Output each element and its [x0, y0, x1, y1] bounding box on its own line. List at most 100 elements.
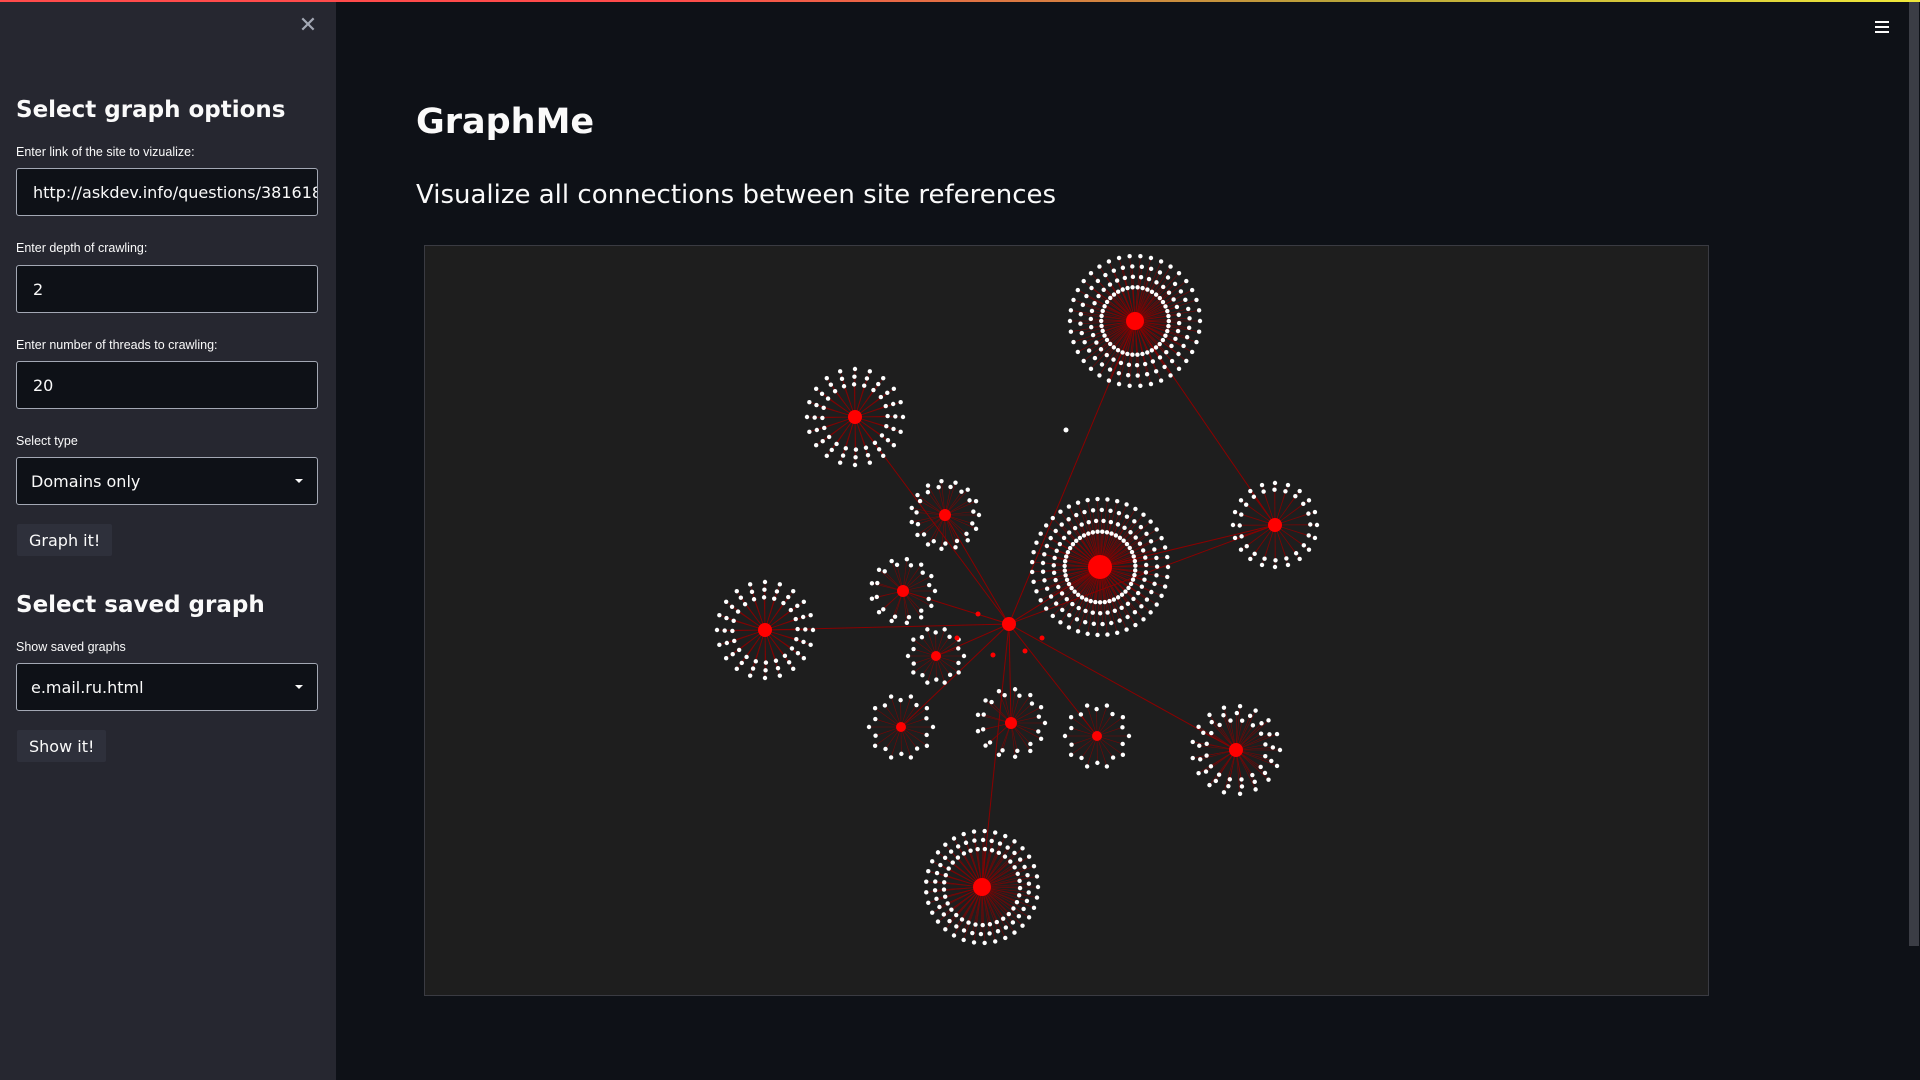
leaf-node[interactable]: [1066, 581, 1072, 587]
leaf-node[interactable]: [1263, 753, 1268, 759]
leaf-node[interactable]: [1312, 535, 1318, 541]
leaf-node[interactable]: [884, 424, 889, 429]
leaf-node[interactable]: [1158, 259, 1164, 264]
leaf-node[interactable]: [749, 589, 755, 595]
leaf-node[interactable]: [795, 603, 800, 609]
leaf-node[interactable]: [739, 660, 744, 666]
leaf-node[interactable]: [1144, 531, 1149, 537]
leaf-node[interactable]: [908, 755, 914, 760]
leaf-node[interactable]: [732, 638, 737, 644]
leaf-node[interactable]: [820, 438, 825, 444]
leaf-node[interactable]: [1020, 923, 1025, 928]
leaf-node[interactable]: [942, 627, 947, 632]
leaf-node[interactable]: [761, 595, 767, 600]
leaf-node[interactable]: [1169, 343, 1174, 349]
leaf-node[interactable]: [976, 512, 982, 518]
leaf-node[interactable]: [852, 366, 858, 372]
leaf-node[interactable]: [1126, 362, 1132, 367]
leaf-node[interactable]: [891, 443, 897, 448]
leaf-node[interactable]: [1117, 618, 1122, 623]
leaf-node[interactable]: [1143, 555, 1148, 560]
leaf-node[interactable]: [1158, 378, 1164, 383]
leaf-node[interactable]: [1125, 351, 1130, 357]
leaf-node[interactable]: [898, 429, 903, 435]
leaf-node[interactable]: [1128, 581, 1134, 587]
leaf-node[interactable]: [1261, 489, 1266, 494]
leaf-node[interactable]: [1099, 313, 1104, 319]
leaf-node[interactable]: [1099, 323, 1104, 329]
scrollbar[interactable]: [1908, 0, 1920, 1080]
leaf-node[interactable]: [973, 526, 979, 532]
leaf-node[interactable]: [1176, 366, 1182, 372]
leaf-node[interactable]: [717, 642, 722, 648]
leaf-node[interactable]: [1083, 619, 1088, 625]
leaf-node[interactable]: [1097, 611, 1103, 616]
leaf-node[interactable]: [1060, 607, 1065, 613]
leaf-node[interactable]: [1128, 530, 1133, 535]
leaf-node[interactable]: [1057, 541, 1063, 547]
leaf-node[interactable]: [942, 680, 947, 685]
leaf-node[interactable]: [975, 846, 980, 852]
leaf-node[interactable]: [881, 375, 886, 381]
leaf-node[interactable]: [982, 846, 988, 852]
leaf-node[interactable]: [933, 630, 938, 635]
leaf-node[interactable]: [1163, 304, 1168, 309]
leaf-node[interactable]: [788, 607, 794, 613]
leaf-node[interactable]: [1074, 538, 1079, 544]
leaf-node[interactable]: [1104, 299, 1110, 305]
leaf-node[interactable]: [840, 453, 846, 458]
leaf-node[interactable]: [1169, 358, 1175, 364]
leaf-node[interactable]: [1085, 631, 1090, 637]
leaf-node[interactable]: [813, 386, 819, 391]
leaf-node[interactable]: [1259, 721, 1264, 726]
leaf-node[interactable]: [763, 660, 769, 665]
leaf-node[interactable]: [1015, 748, 1020, 754]
leaf-node[interactable]: [1121, 538, 1126, 543]
leaf-node[interactable]: [932, 588, 938, 594]
leaf-node[interactable]: [1034, 540, 1039, 545]
leaf-node[interactable]: [900, 414, 906, 420]
leaf-node[interactable]: [1005, 845, 1010, 850]
leaf-node[interactable]: [1106, 378, 1112, 383]
leaf-node[interactable]: [971, 940, 977, 945]
leaf-node[interactable]: [1139, 264, 1145, 270]
scrollbar-thumb[interactable]: [1909, 0, 1919, 946]
leaf-node[interactable]: [1050, 613, 1056, 619]
leaf-node[interactable]: [882, 703, 888, 708]
leaf-node[interactable]: [1175, 328, 1181, 334]
leaf-node[interactable]: [975, 728, 981, 734]
leaf-node[interactable]: [1078, 311, 1084, 317]
leaf-node[interactable]: [851, 382, 857, 387]
leaf-node[interactable]: [934, 677, 939, 682]
leaf-node[interactable]: [1239, 777, 1244, 782]
leaf-node[interactable]: [1263, 742, 1268, 747]
leaf-node[interactable]: [1086, 348, 1092, 353]
leaf-node[interactable]: [973, 498, 979, 504]
leaf-node[interactable]: [853, 447, 859, 452]
leaf-node[interactable]: [1095, 496, 1100, 502]
leaf-node[interactable]: [1266, 718, 1271, 723]
leaf-node[interactable]: [1285, 562, 1291, 568]
leaf-node[interactable]: [954, 912, 959, 918]
leaf-node[interactable]: [983, 743, 988, 748]
leaf-node[interactable]: [762, 579, 768, 585]
leaf-node[interactable]: [753, 659, 758, 664]
leaf-node[interactable]: [1090, 332, 1096, 338]
leaf-node[interactable]: [1273, 558, 1278, 563]
leaf-node[interactable]: [1152, 581, 1157, 587]
leaf-node[interactable]: [1283, 489, 1288, 494]
leaf-node[interactable]: [1028, 692, 1033, 698]
leaf-node[interactable]: [1105, 632, 1110, 637]
leaf-node[interactable]: [1020, 846, 1025, 851]
leaf-node[interactable]: [1095, 529, 1100, 534]
leaf-node[interactable]: [1116, 255, 1122, 261]
leaf-node[interactable]: [918, 562, 924, 567]
leaf-node[interactable]: [905, 653, 911, 659]
leaf-node[interactable]: [1104, 337, 1110, 343]
leaf-node[interactable]: [717, 612, 722, 618]
leaf-node[interactable]: [1011, 906, 1016, 911]
leaf-node[interactable]: [1067, 545, 1073, 551]
leaf-node[interactable]: [1120, 350, 1125, 355]
leaf-node[interactable]: [925, 680, 930, 685]
leaf-node[interactable]: [1127, 383, 1132, 388]
